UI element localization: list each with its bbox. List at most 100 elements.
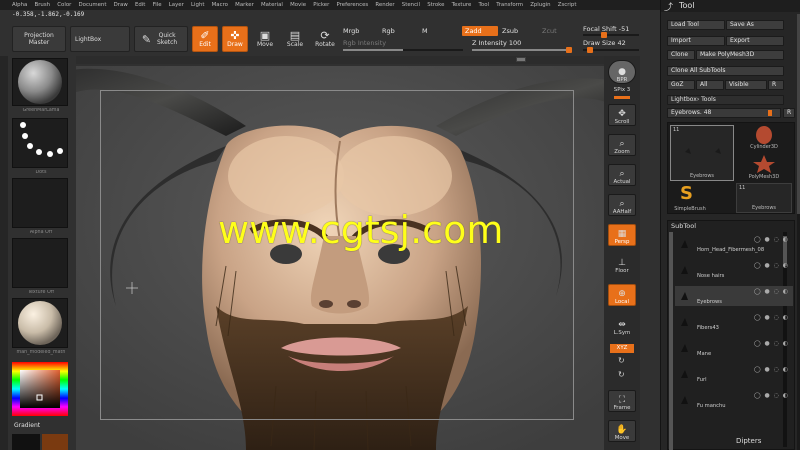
tool-thumb-simplebrush[interactable]: S SimpleBrush xyxy=(670,183,710,213)
texture-thumbnail[interactable]: Texture Off xyxy=(12,238,68,295)
menu-item[interactable]: Texture xyxy=(452,0,472,10)
rgb-toggle[interactable]: Rgb xyxy=(382,27,395,35)
focal-shift-knob[interactable] xyxy=(601,32,607,38)
actual-button[interactable]: ⌕ Actual xyxy=(608,164,636,186)
menu-item[interactable]: Zscript xyxy=(558,0,577,10)
stroke-thumbnail[interactable]: Dots xyxy=(12,118,68,175)
draw-size-track[interactable] xyxy=(583,47,639,53)
clone-button[interactable]: Clone xyxy=(667,50,695,60)
subtool-visibility-icons[interactable]: ◯ ● ◌ ◐ xyxy=(754,392,789,399)
viewport-scrollbar[interactable] xyxy=(76,56,604,64)
z-intensity-slider[interactable]: Z Intensity 100 xyxy=(472,39,521,47)
clone-all-subtools-button[interactable]: Clone All SubTools xyxy=(667,66,784,76)
mrgb-toggle[interactable]: Mrgb xyxy=(343,27,359,35)
gradient-label[interactable]: Gradient xyxy=(14,422,40,429)
spix-knob[interactable] xyxy=(614,96,630,99)
material-thumbnail-top[interactable]: GreenMarLama xyxy=(12,58,68,113)
subtool-row[interactable]: ◯ ● ◌ ◐ Horn_Head_Fibermesh_08 xyxy=(675,234,793,254)
menu-item[interactable]: Alpha xyxy=(12,0,27,10)
menu-item[interactable]: File xyxy=(153,0,162,10)
menu-item[interactable]: Edit xyxy=(135,0,145,10)
scroll-button[interactable]: ✥ Scroll xyxy=(608,104,636,126)
canvas-viewport[interactable]: www.cgtsj.com xyxy=(76,66,604,450)
palette-pin-icon[interactable]: ⤴ xyxy=(664,0,673,13)
menu-item[interactable]: Transform xyxy=(496,0,523,10)
menu-item[interactable]: Material xyxy=(261,0,283,10)
tool-thumb-cylinder[interactable]: Cylinder3D xyxy=(736,125,792,151)
subtool-row[interactable]: ◯ ● ◌ ◐ Furl xyxy=(675,364,793,384)
menu-item[interactable]: Picker xyxy=(313,0,329,10)
subtool-visibility-icons[interactable]: ◯ ● ◌ ◐ xyxy=(754,236,789,243)
rgb-intensity-slider[interactable]: Rgb Intensity xyxy=(343,39,386,47)
menu-item[interactable]: Draw xyxy=(114,0,128,10)
bpr-button[interactable]: ● BPR xyxy=(608,60,636,84)
focal-shift-track[interactable] xyxy=(583,32,639,38)
menu-item[interactable]: Stencil xyxy=(402,0,420,10)
quick-sketch-button[interactable]: ✎ Quick Sketch xyxy=(134,26,188,52)
export-button[interactable]: Export xyxy=(726,36,784,46)
goz-r-button[interactable]: R xyxy=(768,80,784,90)
rgb-intensity-track[interactable] xyxy=(343,49,463,51)
lightbox-button[interactable]: LightBox xyxy=(70,26,130,52)
floor-button[interactable]: ⊥ Floor xyxy=(608,252,636,274)
scale-button[interactable]: ▤ Scale xyxy=(282,26,308,52)
tool-thumb-eyebrows-large[interactable]: 11 Eyebrows xyxy=(670,125,734,181)
edit-button[interactable]: ✐ Edit xyxy=(192,26,218,52)
projection-master-button[interactable]: Projection Master xyxy=(12,26,66,52)
zsub-toggle[interactable]: Zsub xyxy=(502,27,518,35)
aahalf-button[interactable]: ⌕ AAHalf xyxy=(608,194,636,216)
current-tool-r-button[interactable]: R xyxy=(783,108,795,118)
draw-size-slider[interactable]: Draw Size 42 xyxy=(583,39,626,47)
menu-item[interactable]: Document xyxy=(79,0,107,10)
goz-button[interactable]: GoZ xyxy=(667,80,695,90)
load-tool-button[interactable]: Load Tool xyxy=(667,20,725,30)
move-button[interactable]: ▣ Move xyxy=(252,26,278,52)
zadd-toggle[interactable]: Zadd xyxy=(462,26,498,36)
subtool-visibility-icons[interactable]: ◯ ● ◌ ◐ xyxy=(754,262,789,269)
subtool-row[interactable]: ◯ ● ◌ ◐ Eyebrows xyxy=(675,286,793,306)
subtool-visibility-icons[interactable]: ◯ ● ◌ ◐ xyxy=(754,366,789,373)
subtool-row[interactable]: ◯ ● ◌ ◐ Mane xyxy=(675,338,793,358)
menu-item[interactable]: Movie xyxy=(290,0,306,10)
viewport-scrollbar-thumb[interactable] xyxy=(516,57,526,62)
menu-item[interactable]: Brush xyxy=(35,0,51,10)
subtool-row[interactable]: ◯ ● ◌ ◐ Fu manchu xyxy=(675,390,793,410)
lightbox-tools-button[interactable]: Lightbox› Tools xyxy=(667,95,784,105)
menu-item[interactable]: Tool xyxy=(479,0,489,10)
import-button[interactable]: Import xyxy=(667,36,725,46)
primary-color-swatch[interactable] xyxy=(12,434,40,450)
persp-button[interactable]: ▦ Persp xyxy=(608,224,636,246)
current-tool-slider[interactable]: Eyebrows. 48 xyxy=(667,108,781,118)
tool-thumb-eyebrows-small[interactable]: 11 Eyebrows xyxy=(736,183,792,213)
zcut-toggle[interactable]: Zcut xyxy=(542,27,557,35)
goz-visible-button[interactable]: Visible xyxy=(725,80,767,90)
menu-item[interactable]: Stroke xyxy=(427,0,444,10)
tool-thumb-polymesh[interactable]: PolyMesh3D xyxy=(736,153,792,181)
menu-item[interactable]: Color xyxy=(57,0,71,10)
make-polymesh-button[interactable]: Make PolyMesh3D xyxy=(696,50,784,60)
current-tool-slider-knob[interactable] xyxy=(768,110,772,116)
tool-palette-header[interactable]: ⤴ Tool xyxy=(661,0,800,13)
rotate-axis-icon[interactable]: ↻ xyxy=(618,356,625,365)
move-view-button[interactable]: ✋ Move xyxy=(608,420,636,442)
subtool-row[interactable]: ◯ ● ◌ ◐ Fibers43 xyxy=(675,312,793,332)
z-intensity-track[interactable] xyxy=(472,47,572,53)
xyz-button[interactable]: XYZ xyxy=(610,344,634,353)
alpha-thumbnail[interactable]: Alpha Off xyxy=(12,178,68,235)
material-thumbnail-bottom[interactable]: mah_modeled_math xyxy=(12,298,68,355)
menu-item[interactable]: Marker xyxy=(235,0,254,10)
menu-item[interactable]: Layer xyxy=(169,0,184,10)
subtool-visibility-icons[interactable]: ◯ ● ◌ ◐ xyxy=(754,340,789,347)
local-button[interactable]: ⊕ Local xyxy=(608,284,636,306)
menu-item[interactable]: Preferences xyxy=(337,0,369,10)
menu-item[interactable]: Macro xyxy=(212,0,228,10)
color-picker[interactable] xyxy=(12,362,68,416)
m-toggle[interactable]: M xyxy=(422,27,428,35)
menu-item[interactable]: Zplugin xyxy=(530,0,550,10)
menu-item[interactable]: Light xyxy=(191,0,204,10)
subtool-title[interactable]: SubTool xyxy=(671,222,696,230)
rotate-button[interactable]: ⟳ Rotate xyxy=(312,26,338,52)
spix-slider[interactable]: SPix 3 xyxy=(604,87,640,93)
menu-item[interactable]: Render xyxy=(375,0,394,10)
goz-all-button[interactable]: All xyxy=(696,80,724,90)
